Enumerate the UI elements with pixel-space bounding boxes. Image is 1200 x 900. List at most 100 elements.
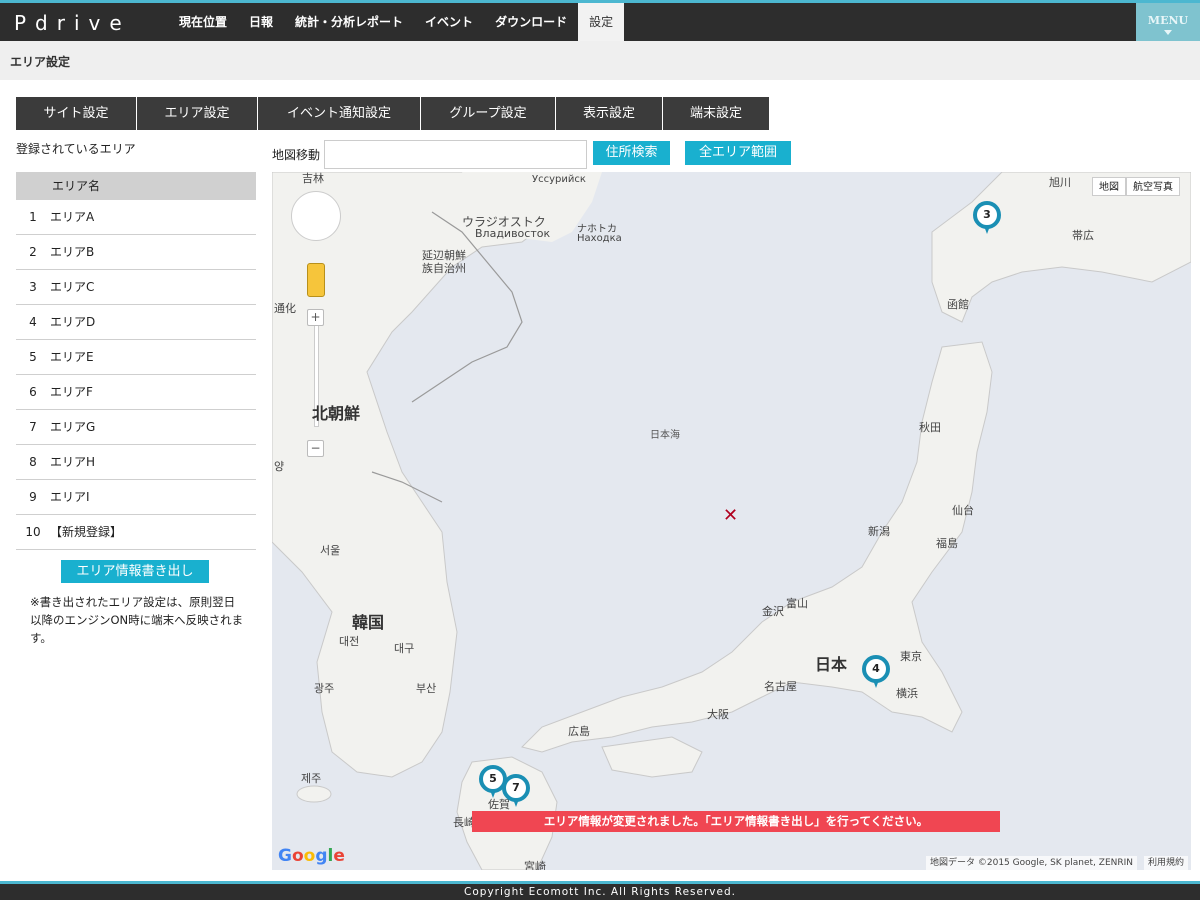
map-label: 北朝鮮	[312, 404, 361, 423]
zoom-in-button[interactable]: +	[307, 309, 324, 326]
page-title-bar: エリア設定	[0, 41, 1200, 80]
zoom-out-button[interactable]: −	[307, 440, 324, 457]
map-label: 富山	[786, 597, 808, 610]
area-marker[interactable]: 4	[862, 655, 890, 688]
area-row[interactable]: 8 エリアH	[16, 445, 256, 480]
header: Pdrive 現在位置 日報 統計・分析レポート イベント ダウンロード 設定 …	[0, 3, 1200, 41]
area-row[interactable]: 3 エリアC	[16, 270, 256, 305]
map-label: 대전	[339, 635, 360, 648]
map-label: 吉林	[302, 172, 324, 185]
tab-group-settings[interactable]: グループ設定	[421, 97, 556, 130]
map-label: 韓国	[352, 613, 385, 632]
map-label: 日本海	[650, 430, 680, 441]
area-changed-warning: エリア情報が変更されました。「エリア情報書き出し」を行ってください。	[472, 811, 1000, 832]
map-label: 제주	[301, 772, 322, 785]
area-row-number: 5	[29, 350, 37, 364]
map-label: 帯広	[1072, 229, 1094, 242]
map-label: 宮崎	[524, 860, 546, 870]
area-row-name: エリアG	[50, 420, 96, 434]
area-row[interactable]: 1 エリアA	[16, 200, 256, 235]
address-search-button[interactable]: 住所検索	[593, 141, 670, 165]
area-row-number: 10	[25, 525, 41, 539]
map-label: 大阪	[707, 708, 729, 721]
area-marker[interactable]: 7	[502, 774, 530, 807]
area-row[interactable]: 9 エリアI	[16, 480, 256, 515]
tab-event-notification[interactable]: イベント通知設定	[258, 97, 421, 130]
map-label: Находка	[577, 233, 622, 244]
nav-item-settings[interactable]: 設定	[578, 3, 625, 41]
area-row-name: エリアA	[50, 210, 95, 224]
nav-item-statistics[interactable]: 統計・分析レポート	[284, 3, 414, 41]
export-note: ※書き出されたエリア設定は、原則翌日以降のエンジンON時に端末へ反映されます。	[30, 595, 244, 645]
map-label: 秋田	[919, 421, 941, 434]
map-label: 양	[274, 460, 285, 473]
area-row[interactable]: 7 エリアG	[16, 410, 256, 445]
area-row-name: 【新規登録】	[50, 525, 123, 539]
area-row-number: 4	[29, 315, 37, 329]
app-logo[interactable]: Pdrive	[14, 11, 131, 35]
area-row-number: 8	[29, 455, 37, 469]
area-row-number: 6	[29, 385, 37, 399]
area-row-name: エリアB	[50, 245, 95, 259]
map-label: 仙台	[952, 504, 974, 517]
nav-item-daily-report[interactable]: 日報	[238, 3, 284, 41]
map-label: 新潟	[868, 525, 890, 538]
area-list: エリア名 1 エリアA 2 エリアB 3 エリアC 4 エリアD 5 エリアE 6 エリアF 7 エリアG…	[16, 172, 256, 550]
map-label: 서울	[320, 544, 341, 557]
map-label: 通化	[274, 302, 296, 315]
map-label: 日本	[815, 655, 848, 674]
area-row[interactable]: 2 エリアB	[16, 235, 256, 270]
area-row[interactable]: 4 エリアD	[16, 305, 256, 340]
map-label: 広島	[568, 725, 590, 738]
area-list-header: エリア名	[16, 172, 256, 200]
area-row-name: エリアF	[50, 385, 93, 399]
map-label: 函館	[947, 298, 969, 311]
tab-display-settings[interactable]: 表示設定	[556, 97, 663, 130]
area-row-number: 3	[29, 280, 37, 294]
google-logo: Google	[278, 846, 345, 866]
area-row-name: エリアE	[50, 350, 94, 364]
area-row-number: 9	[29, 490, 37, 504]
map-label: 福島	[936, 537, 958, 550]
area-row[interactable]: 10 【新規登録】	[16, 515, 256, 550]
map-label: 대구	[394, 642, 415, 655]
area-row[interactable]: 6 エリアF	[16, 375, 256, 410]
nav-item-events[interactable]: イベント	[414, 3, 484, 41]
chevron-down-icon	[1164, 30, 1172, 35]
map-pan-control[interactable]	[291, 191, 341, 241]
map-label: 名古屋	[764, 680, 797, 693]
area-row-number: 1	[29, 210, 37, 224]
footer: Copyright Ecomott Inc. All Rights Reserv…	[0, 884, 1200, 900]
map-label: Уссурийск	[532, 174, 586, 185]
tab-area-settings[interactable]: エリア設定	[137, 97, 258, 130]
map-label: 旭川	[1049, 176, 1071, 189]
map-label: 横浜	[896, 687, 918, 700]
nav-item-download[interactable]: ダウンロード	[484, 3, 578, 41]
page-title: エリア設定	[10, 55, 71, 69]
map-label: Владивосток	[475, 227, 551, 240]
area-row[interactable]: 5 エリアE	[16, 340, 256, 375]
map-type-satellite[interactable]: 航空写真	[1126, 177, 1180, 196]
map-view[interactable]: 地図 航空写真 + − 吉林 Уссурийск 旭川 ウラジオストク Влад…	[272, 172, 1191, 870]
street-view-pegman-icon[interactable]	[307, 263, 325, 297]
area-row-number: 2	[29, 245, 37, 259]
map-label: 金沢	[762, 605, 784, 618]
area-row-name: エリアH	[50, 455, 96, 469]
nav-item-current-location[interactable]: 現在位置	[168, 3, 238, 41]
area-marker[interactable]: 3	[973, 201, 1001, 234]
map-label: 族自治州	[422, 262, 466, 275]
area-row-name: エリアD	[50, 315, 96, 329]
registered-areas-heading: 登録されているエリア	[16, 142, 136, 156]
tab-device-settings[interactable]: 端末設定	[663, 97, 770, 130]
area-row-name: エリアI	[50, 490, 90, 504]
map-address-input[interactable]	[324, 140, 587, 169]
area-row-number: 7	[29, 420, 37, 434]
menu-button[interactable]: MENU	[1136, 3, 1200, 41]
export-area-button[interactable]: エリア情報書き出し	[61, 560, 209, 583]
map-terms-link[interactable]: 利用規約	[1144, 856, 1189, 870]
menu-label: MENU	[1147, 14, 1189, 27]
tab-site-settings[interactable]: サイト設定	[16, 97, 137, 130]
map-type-map[interactable]: 地図	[1092, 177, 1126, 196]
all-area-button[interactable]: 全エリア範囲	[685, 141, 791, 165]
map-label: 광주	[314, 682, 335, 695]
